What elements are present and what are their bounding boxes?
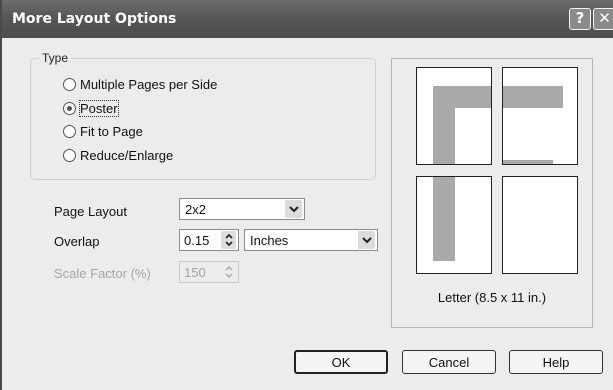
radio-label: Reduce/Enlarge [80,147,174,163]
paper-size-label: Letter (8.5 x 11 in.) [437,290,547,305]
preview-shade [503,86,563,108]
overlap-unit-select[interactable]: Inches [244,229,378,251]
preview-shade [433,177,455,261]
radio-icon[interactable] [63,148,76,162]
help-button[interactable]: Help [509,350,603,374]
type-group-label: Type [39,51,72,65]
radio-icon[interactable] [63,124,76,138]
preview-page-bottom-right [502,176,578,274]
spinner-arrows-icon [221,263,236,281]
radio-reduce-enlarge[interactable]: Reduce/Enlarge [63,146,173,164]
cancel-button[interactable]: Cancel [402,350,496,374]
dialog-title: More Layout Options [12,11,177,27]
radio-label: Poster [79,99,119,117]
more-layout-options-dialog: More Layout Options ? ✕ Type Multiple Pa… [0,0,613,390]
radio-label: Fit to Page [80,123,143,139]
radio-icon[interactable] [63,77,76,91]
poster-preview [391,58,593,328]
overlap-value[interactable]: 0.15 [180,233,221,248]
radio-label: Multiple Pages per Side [80,76,218,92]
overlap-label: Overlap [54,234,100,249]
preview-page-top-right [502,67,578,165]
scale-factor-spinner: 150 [179,261,239,283]
spinner-arrows-icon[interactable] [221,231,236,249]
ok-button[interactable]: OK [294,350,388,374]
radio-multiple-pages-per-side[interactable]: Multiple Pages per Side [63,75,217,93]
radio-poster[interactable]: Poster [63,99,119,117]
overlap-unit-value: Inches [250,232,289,248]
chevron-down-icon[interactable] [358,231,375,249]
preview-shade [503,160,553,164]
page-layout-select[interactable]: 2x2 [179,198,305,220]
close-icon[interactable]: ✕ [593,8,613,30]
scale-factor-value: 150 [184,264,206,280]
preview-page-top-left [416,67,492,165]
scale-factor-label: Scale Factor (%) [54,266,151,281]
chevron-down-icon[interactable] [285,200,302,218]
radio-selected-icon[interactable] [63,101,76,115]
radio-fit-to-page[interactable]: Fit to Page [63,122,143,140]
page-layout-label: Page Layout [54,204,128,219]
help-icon[interactable]: ? [569,8,591,30]
preview-page-bottom-left [416,176,492,274]
page-layout-value: 2x2 [185,201,206,217]
preview-shade [433,86,455,164]
title-bar[interactable]: More Layout Options ? ✕ [2,0,613,38]
overlap-spinner[interactable]: 0.15 [179,229,239,251]
